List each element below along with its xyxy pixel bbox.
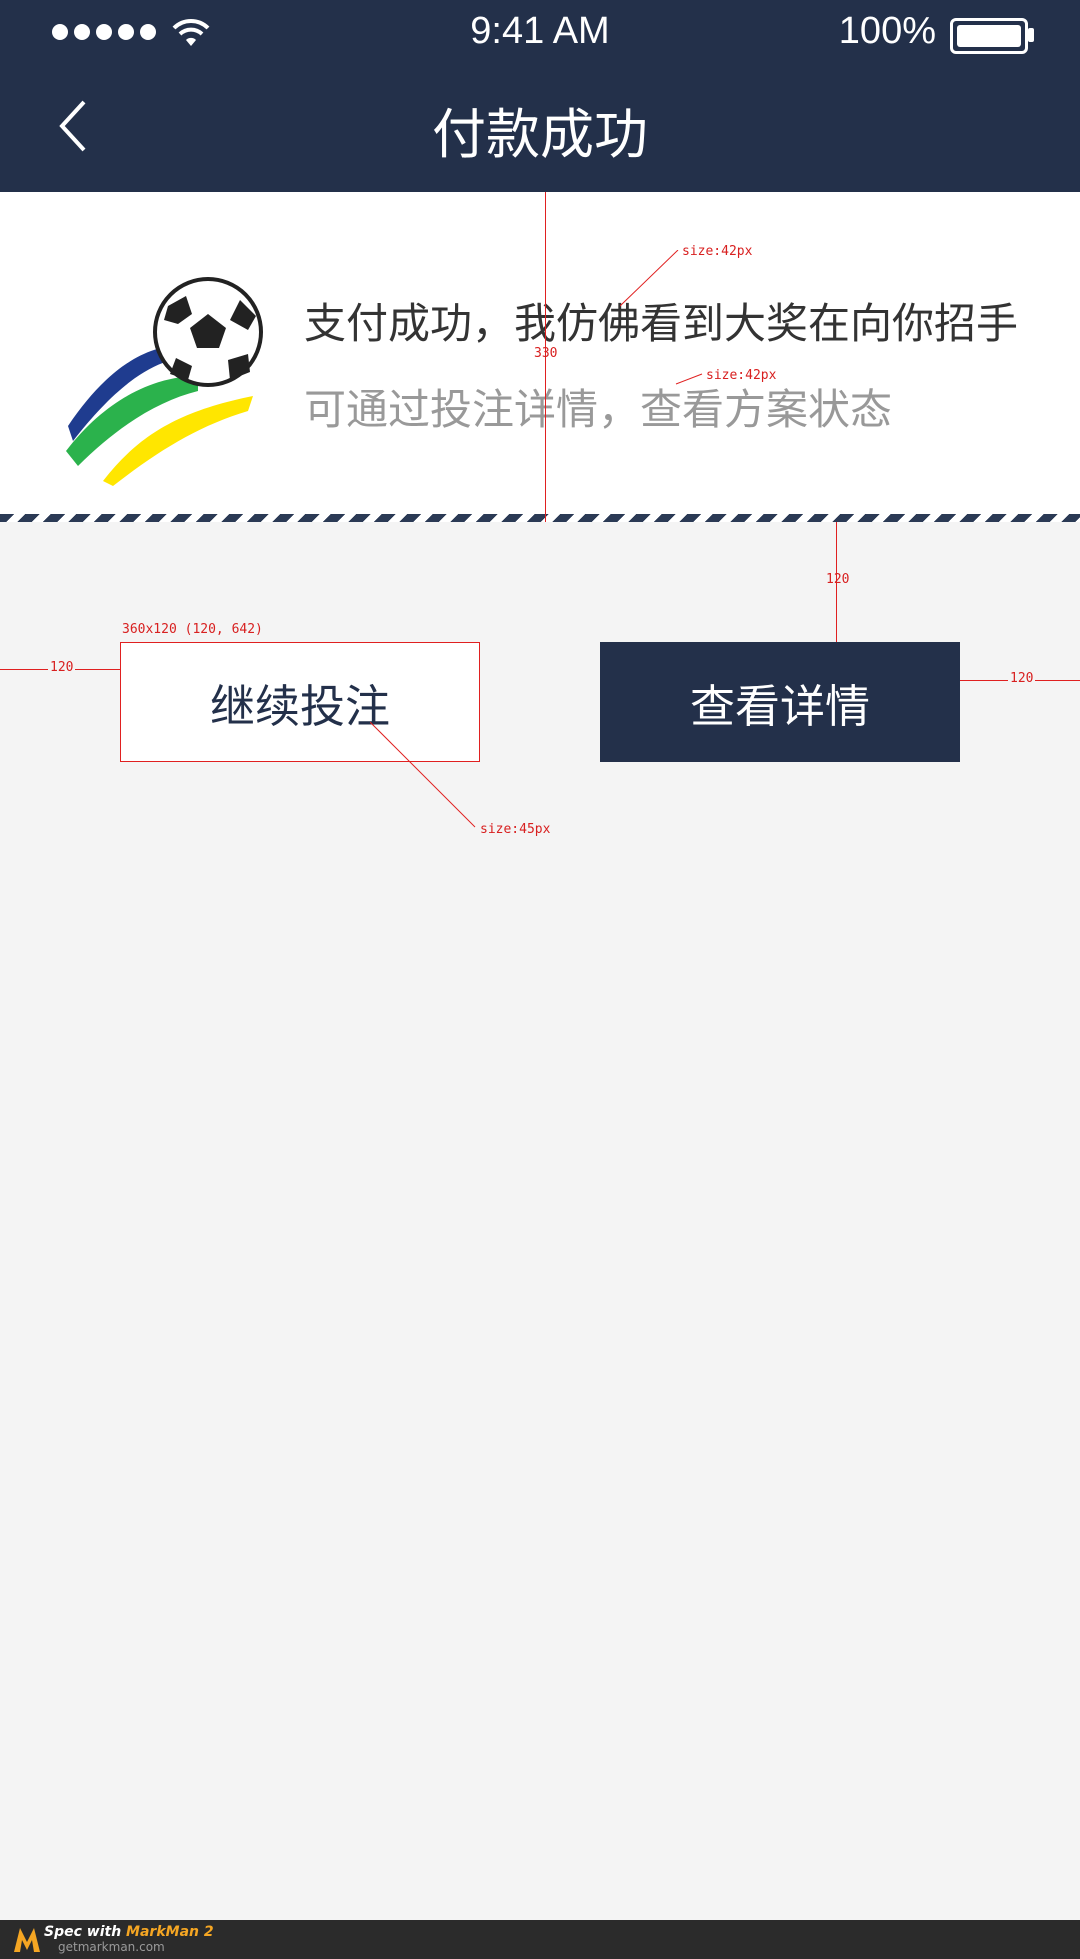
footer-brand-name: MarkMan 2	[126, 1924, 214, 1940]
measure-label-top-gap: 120	[826, 572, 850, 587]
status-bar: 9:41 AM 100%	[0, 0, 1080, 66]
battery-tip-icon	[1028, 28, 1034, 42]
footer-url: getmarkman.com	[58, 1940, 165, 1954]
annotation-button-font-size: size:45px	[480, 822, 551, 837]
annotation-pointers	[620, 250, 703, 385]
markman-logo-icon	[14, 1928, 40, 1952]
annotation-button-dims: 360x120 (120, 642)	[122, 622, 263, 637]
battery-icon	[950, 18, 1028, 54]
annotation-size-line2: size:42px	[706, 368, 777, 383]
card-edge-divider	[0, 514, 1080, 522]
annotation-pointer-button	[370, 722, 476, 828]
view-details-button[interactable]: 查看详情	[600, 642, 960, 762]
measure-label-right-margin: 120	[1008, 671, 1036, 686]
footer-brand-prefix: Spec with	[44, 1924, 127, 1940]
markman-footer: Spec with MarkMan 2 getmarkman.com	[0, 1920, 1080, 1959]
battery-percentage: 100%	[838, 10, 936, 52]
page-title: 付款成功	[432, 103, 648, 166]
app-header: 9:41 AM 100% 付款成功	[0, 0, 1080, 192]
measure-label-330: 330	[534, 346, 558, 361]
soccer-ball-icon	[66, 277, 263, 486]
measure-label-left-margin: 120	[48, 660, 76, 675]
success-hint: 可通过投注详情，查看方案状态	[304, 385, 893, 434]
footer-brand: Spec with MarkMan 2	[44, 1924, 214, 1940]
